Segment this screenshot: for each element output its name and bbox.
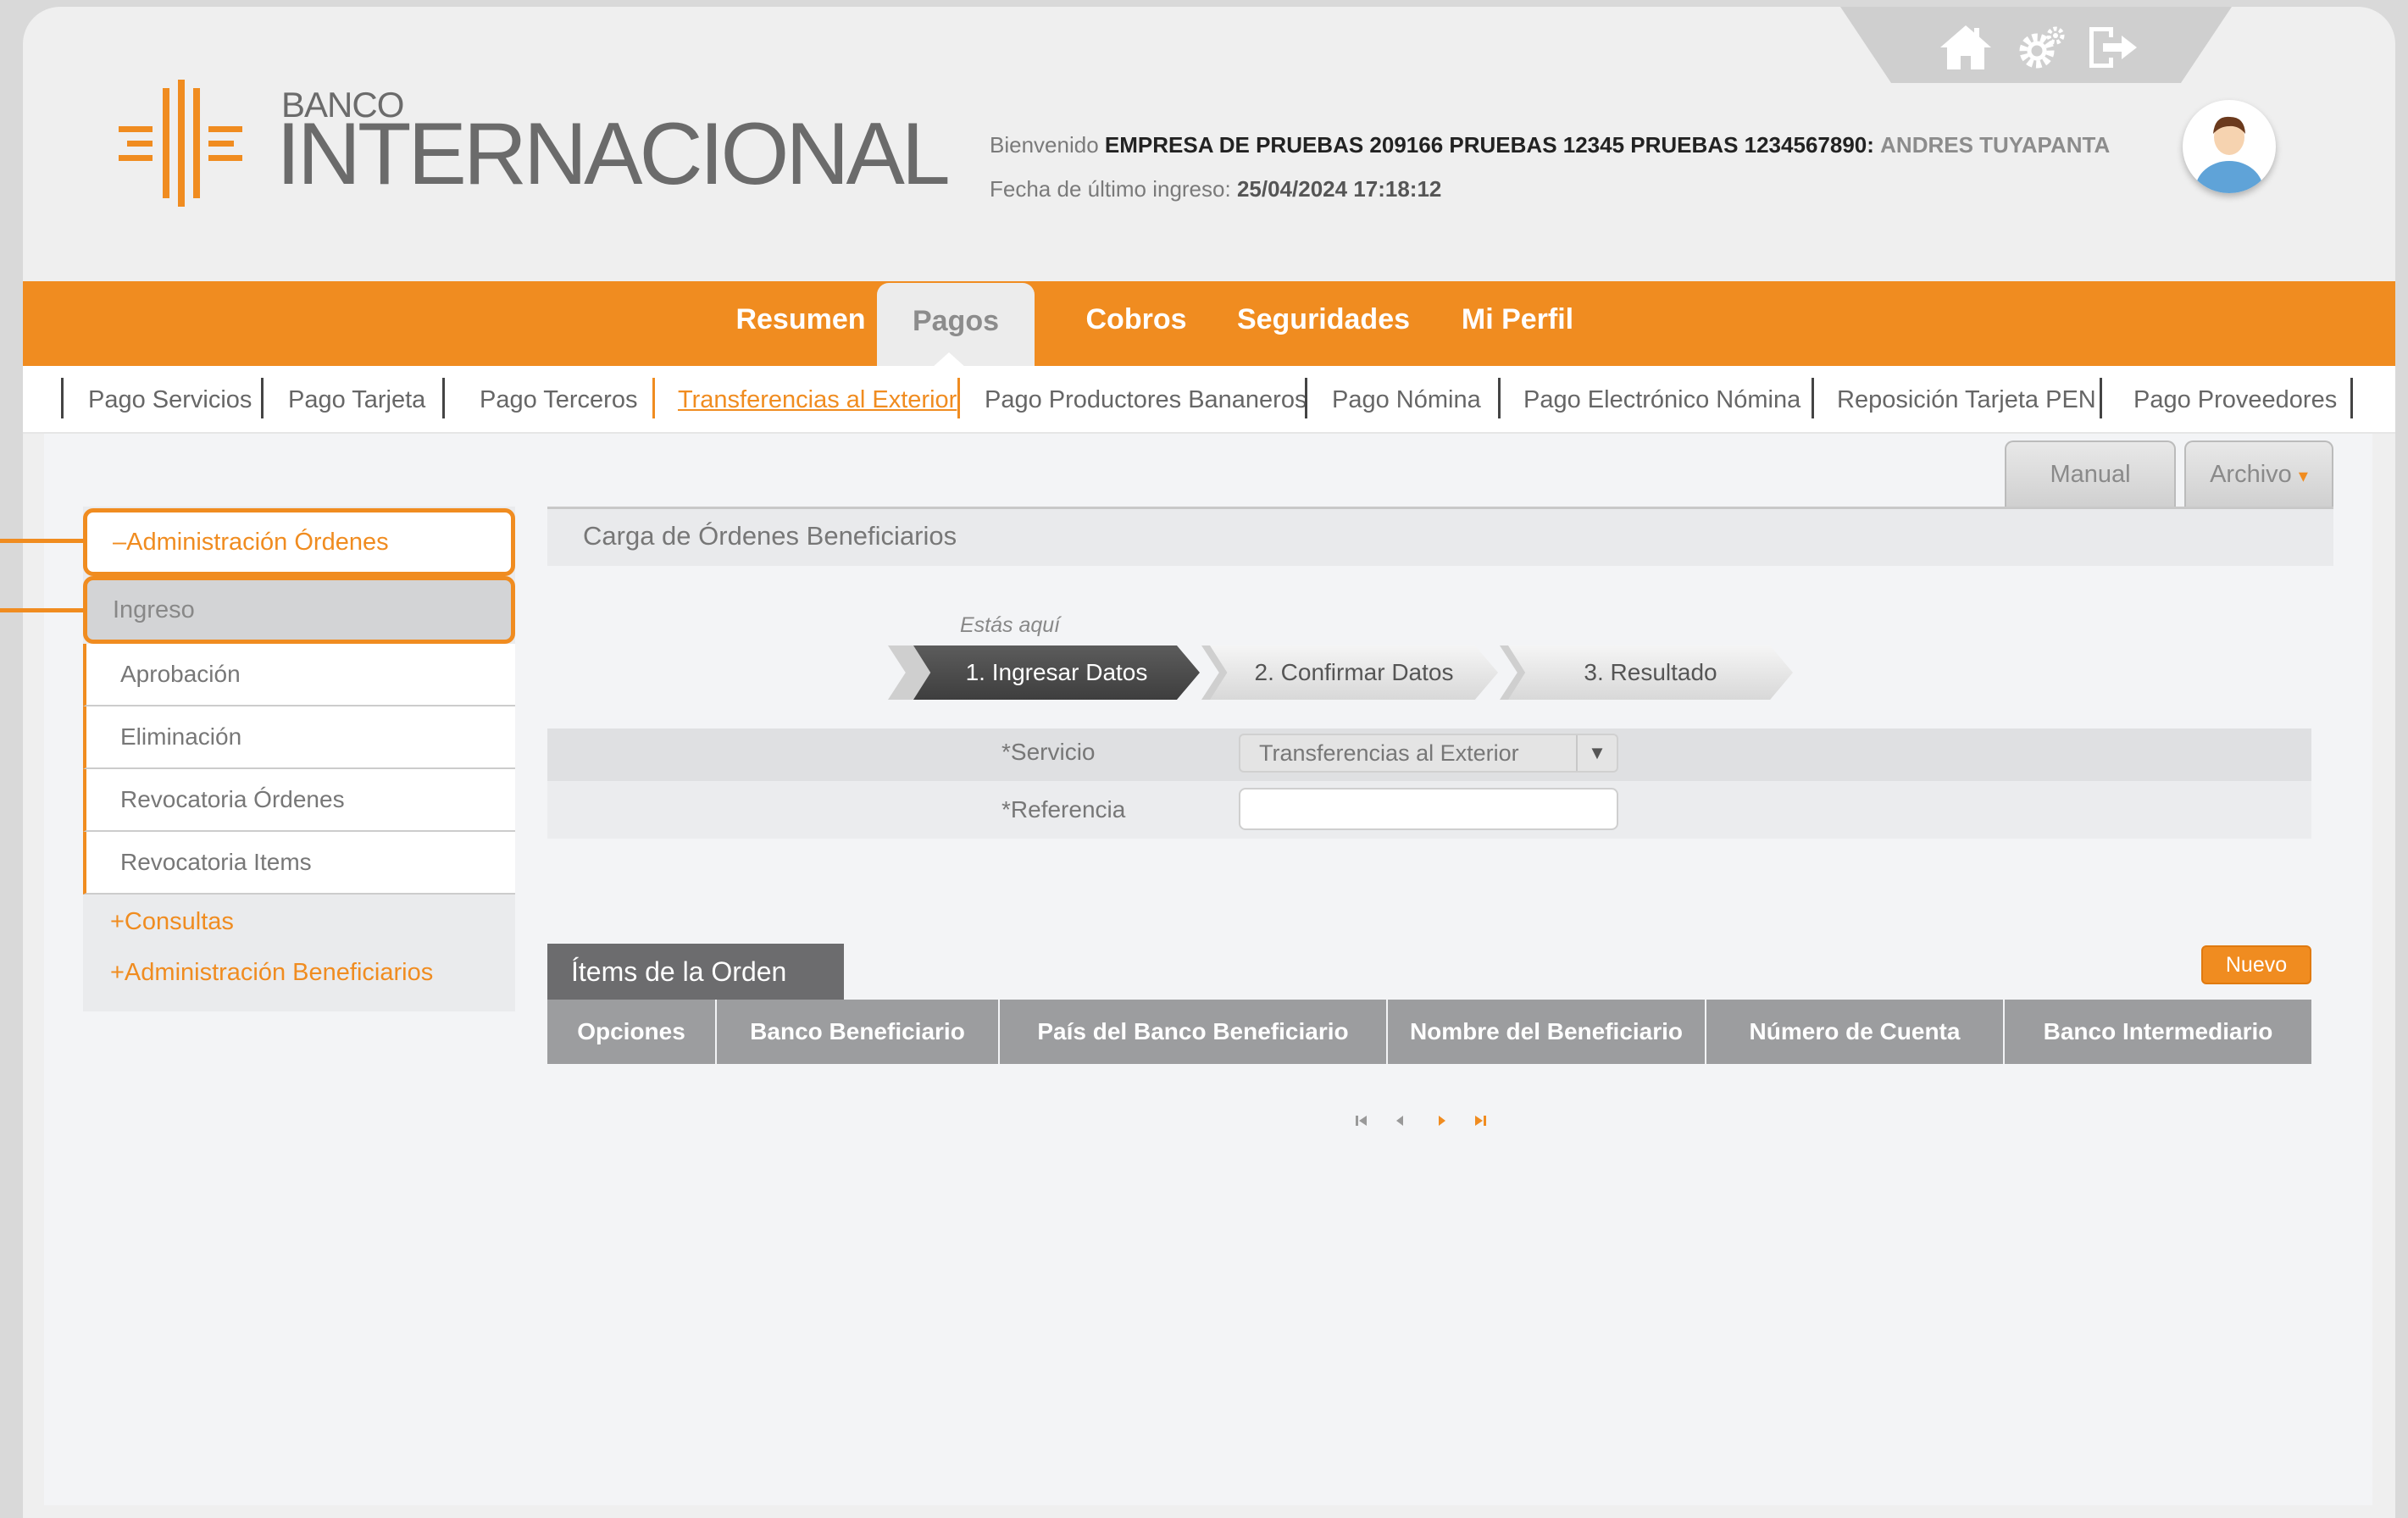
subnav-transferencias-exterior[interactable]: Transferencias al Exterior (678, 366, 957, 434)
column-header[interactable]: Banco Intermediario (2005, 1000, 2311, 1064)
last-login-label: Fecha de último ingreso: (990, 176, 1231, 202)
subnav-reposicion-tarjeta[interactable]: Reposición Tarjeta PEN (1837, 366, 2096, 434)
company-name: EMPRESA DE PRUEBAS 209166 PRUEBAS 12345 … (1104, 132, 1874, 158)
subnav-pago-bananeros[interactable]: Pago Productores Bananeros (985, 366, 1307, 434)
steps-label: Estás aquí (960, 613, 1061, 637)
sub-nav-divider (1812, 378, 1814, 418)
column-header[interactable]: Banco Beneficiario (717, 1000, 1000, 1064)
main-nav: Resumen Pagos Cobros Seguridades Mi Perf… (23, 281, 2395, 368)
sub-nav-divider (652, 378, 655, 418)
nuevo-button[interactable]: Nuevo (2201, 945, 2311, 984)
sub-nav-divider (1305, 378, 1307, 418)
referencia-input[interactable] (1239, 788, 1618, 830)
step-1: 1. Ingresar Datos (913, 645, 1200, 700)
subnav-pago-terceros[interactable]: Pago Terceros (480, 366, 637, 434)
subnav-pago-servicios[interactable]: Pago Servicios (88, 366, 252, 434)
prev-page-icon[interactable] (1391, 1111, 1410, 1130)
sidebar-link-consultas[interactable]: +Consultas (110, 908, 234, 936)
page-title-bar: Carga de Órdenes Beneficiarios (547, 507, 2333, 566)
settings-icon[interactable] (2011, 20, 2072, 75)
servicio-select[interactable]: Transferencias al Exterior ▼ (1239, 734, 1618, 773)
last-login-value: 25/04/2024 17:18:12 (1236, 176, 1442, 202)
welcome-text: Bienvenido EMPRESA DE PRUEBAS 209166 PRU… (990, 132, 2110, 158)
servicio-value: Transferencias al Exterior (1259, 740, 1519, 766)
callout-line (0, 539, 85, 543)
sidebar-item-eliminacion[interactable]: Eliminación (83, 706, 515, 769)
archivo-button[interactable]: Archivo ▾ (2184, 440, 2333, 507)
sub-nav-divider (61, 378, 64, 418)
subnav-pago-electronico-nomina[interactable]: Pago Electrónico Nómina (1523, 366, 1800, 434)
column-header[interactable]: Nombre del Beneficiario (1388, 1000, 1706, 1064)
column-header[interactable]: Número de Cuenta (1706, 1000, 2005, 1064)
servicio-label: *Servicio (1001, 739, 1096, 765)
welcome-prefix: Bienvenido (990, 132, 1099, 158)
sub-nav-divider (2350, 378, 2353, 418)
nav-resumen[interactable]: Resumen (716, 281, 885, 366)
dropdown-arrow-icon: ▼ (1576, 735, 1617, 771)
bank-logo-icon (119, 80, 254, 207)
logout-icon[interactable] (2083, 20, 2144, 75)
next-page-icon[interactable] (1432, 1111, 1451, 1130)
column-header[interactable]: Opciones (547, 1000, 717, 1064)
column-header[interactable]: País del Banco Beneficiario (1000, 1000, 1388, 1064)
archivo-label: Archivo (2210, 461, 2292, 488)
user-avatar-icon (2185, 102, 2273, 193)
sidebar-section-admin-ordenes[interactable]: –Administración Órdenes (83, 508, 515, 576)
active-nav-pointer-icon (932, 352, 966, 368)
sub-nav-divider (957, 378, 960, 418)
avatar[interactable] (2183, 100, 2276, 193)
subnav-pago-proveedores[interactable]: Pago Proveedores (2133, 366, 2337, 434)
last-page-icon[interactable] (1471, 1111, 1490, 1130)
page-title: Carga de Órdenes Beneficiarios (583, 521, 957, 551)
sub-nav-divider (261, 378, 264, 418)
step-3: 3. Resultado (1508, 645, 1793, 700)
nav-cobros[interactable]: Cobros (1051, 281, 1221, 366)
bank-name-line2: INTERNACIONAL (276, 105, 951, 203)
nav-mi-perfil[interactable]: Mi Perfil (1433, 281, 1602, 366)
sidebar-item-aprobacion[interactable]: Aprobación (83, 644, 515, 706)
sidebar-item-ingreso[interactable]: Ingreso (83, 576, 515, 644)
chevron-down-icon: ▾ (2298, 465, 2308, 486)
step-2: 2. Confirmar Datos (1210, 645, 1498, 700)
subnav-pago-tarjeta[interactable]: Pago Tarjeta (288, 366, 425, 434)
callout-line (0, 608, 85, 612)
user-name: ANDRES TUYAPANTA (1880, 132, 2111, 158)
last-login: Fecha de último ingreso: 25/04/2024 17:1… (990, 176, 1441, 202)
sub-nav-divider (442, 378, 445, 418)
nav-seguridades[interactable]: Seguridades (1218, 281, 1429, 366)
sub-nav-divider (2100, 378, 2102, 418)
subnav-pago-nomina[interactable]: Pago Nómina (1332, 366, 1481, 434)
referencia-label: *Referencia (1001, 796, 1126, 823)
sidebar-item-revocatoria-items[interactable]: Revocatoria Items (83, 832, 515, 895)
manual-button[interactable]: Manual (2005, 440, 2176, 507)
sidebar-item-revocatoria-ordenes[interactable]: Revocatoria Órdenes (83, 769, 515, 832)
home-icon[interactable] (1935, 20, 1996, 75)
sidebar-link-admin-beneficiarios[interactable]: +Administración Beneficiarios (110, 959, 433, 987)
sub-nav-divider (1498, 378, 1501, 418)
items-table-title: Ítems de la Orden (547, 944, 844, 1000)
first-page-icon[interactable] (1352, 1111, 1371, 1130)
items-table-header: Opciones Banco Beneficiario País del Ban… (547, 1000, 2311, 1064)
